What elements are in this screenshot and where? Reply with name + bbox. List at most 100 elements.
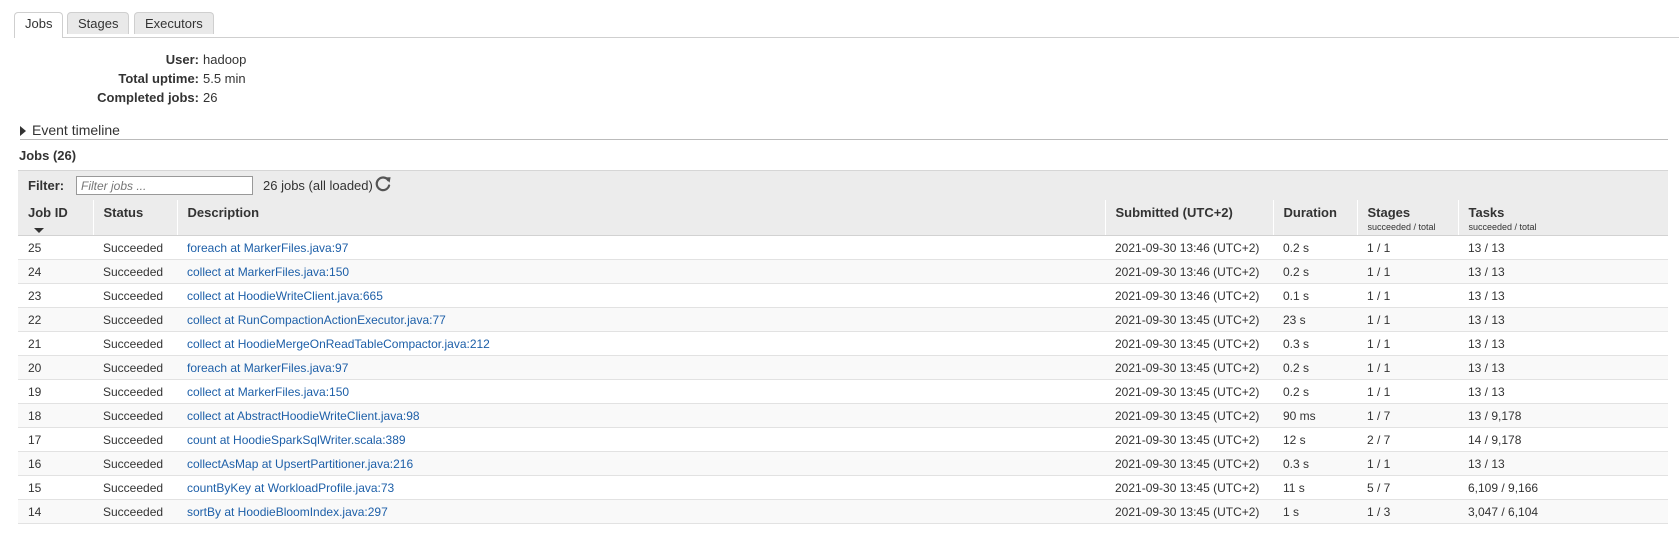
description-cell: collect at MarkerFiles.java:150 — [177, 259, 1105, 284]
status-cell: Succeeded — [93, 427, 177, 452]
duration-cell: 11 s — [1273, 475, 1357, 500]
job-id-cell: 16 — [18, 451, 93, 476]
col-description[interactable]: Description — [176, 200, 1105, 236]
tasks-cell: 13 / 13 — [1458, 283, 1668, 308]
job-description-link[interactable]: collect at MarkerFiles.java:150 — [187, 385, 349, 399]
status-cell: Succeeded — [93, 379, 177, 404]
description-cell: foreach at MarkerFiles.java:97 — [177, 355, 1105, 380]
submitted-cell: 2021-09-30 13:45 (UTC+2) — [1105, 379, 1273, 404]
job-description-link[interactable]: foreach at MarkerFiles.java:97 — [187, 241, 348, 255]
duration-cell: 90 ms — [1273, 403, 1357, 428]
tasks-cell: 13 / 13 — [1458, 307, 1668, 332]
tab-stages[interactable]: Stages — [67, 12, 130, 34]
tab-jobs[interactable]: Jobs — [14, 12, 64, 38]
tasks-cell: 6,109 / 9,166 — [1458, 475, 1668, 500]
col-duration[interactable]: Duration — [1272, 200, 1357, 236]
submitted-cell: 2021-09-30 13:45 (UTC+2) — [1105, 451, 1273, 476]
job-description-link[interactable]: sortBy at HoodieBloomIndex.java:297 — [187, 505, 388, 519]
submitted-cell: 2021-09-30 13:45 (UTC+2) — [1105, 403, 1273, 428]
uptime-value: 5.5 min — [203, 71, 246, 86]
jobs-count-text: 26 jobs (all loaded) — [263, 178, 373, 193]
tasks-cell: 3,047 / 6,104 — [1458, 499, 1668, 524]
status-cell: Succeeded — [93, 235, 177, 260]
submitted-cell: 2021-09-30 13:45 (UTC+2) — [1105, 475, 1273, 500]
table-row: 15 Succeeded countByKey at WorkloadProfile… — [18, 475, 1668, 500]
user-label: User: — [165, 52, 199, 67]
submitted-cell: 2021-09-30 13:46 (UTC+2) — [1105, 235, 1273, 260]
status-cell: Succeeded — [93, 259, 177, 284]
user-value: hadoop — [203, 52, 247, 67]
tasks-cell: 13 / 13 — [1458, 235, 1668, 260]
description-cell: sortBy at HoodieBloomIndex.java:297 — [177, 499, 1105, 524]
description-cell: foreach at MarkerFiles.java:97 — [177, 235, 1105, 260]
job-description-link[interactable]: count at HoodieSparkSqlWriter.scala:389 — [187, 433, 406, 447]
description-cell: count at HoodieSparkSqlWriter.scala:389 — [177, 427, 1105, 452]
stages-cell: 1 / 7 — [1357, 403, 1458, 428]
submitted-cell: 2021-09-30 13:45 (UTC+2) — [1105, 331, 1273, 356]
job-id-cell: 14 — [18, 499, 93, 524]
stages-cell: 1 / 1 — [1357, 355, 1458, 380]
tasks-cell: 13 / 13 — [1458, 379, 1668, 404]
job-id-cell: 18 — [18, 403, 93, 428]
description-cell: countByKey at WorkloadProfile.java:73 — [177, 475, 1105, 500]
filter-bar: Filter: 26 jobs (all loaded) — [18, 170, 1668, 200]
duration-cell: 0.2 s — [1273, 355, 1357, 380]
table-row: 19 Succeeded collect at MarkerFiles.java:1… — [18, 379, 1668, 404]
submitted-cell: 2021-09-30 13:45 (UTC+2) — [1105, 355, 1273, 380]
duration-cell: 23 s — [1273, 307, 1357, 332]
col-status[interactable]: Status — [92, 200, 177, 236]
status-cell: Succeeded — [93, 307, 177, 332]
completed-jobs-label: Completed jobs: — [97, 90, 199, 105]
description-cell: collect at HoodieMergeOnReadTableCompact… — [177, 331, 1105, 356]
stages-cell: 1 / 1 — [1357, 283, 1458, 308]
col-stages[interactable]: Stages succeeded / total — [1356, 200, 1458, 236]
stages-cell: 1 / 1 — [1357, 451, 1458, 476]
status-cell: Succeeded — [93, 475, 177, 500]
table-row: 22 Succeeded collect at RunCompactionActio… — [18, 307, 1668, 332]
table-row: 25 Succeeded foreach at MarkerFiles.java:9… — [18, 235, 1668, 260]
duration-cell: 0.3 s — [1273, 331, 1357, 356]
filter-label: Filter: — [28, 178, 65, 193]
table-row: 21 Succeeded collect at HoodieMergeOnReadT… — [18, 331, 1668, 356]
col-job-id[interactable]: Job ID — [18, 200, 93, 236]
table-row: 18 Succeeded collect at AbstractHoodieWrit… — [18, 403, 1668, 428]
sort-desc-icon — [34, 228, 44, 233]
tab-bar: Jobs Stages Executors — [14, 10, 1679, 38]
tasks-cell: 13 / 9,178 — [1458, 403, 1668, 428]
refresh-icon[interactable] — [374, 175, 392, 193]
col-tasks[interactable]: Tasks succeeded / total — [1457, 200, 1668, 236]
stages-cell: 2 / 7 — [1357, 427, 1458, 452]
job-id-cell: 17 — [18, 427, 93, 452]
col-submitted[interactable]: Submitted (UTC+2) — [1104, 200, 1273, 236]
stages-cell: 1 / 3 — [1357, 499, 1458, 524]
stages-cell: 5 / 7 — [1357, 475, 1458, 500]
table-row: 14 Succeeded sortBy at HoodieBloomIndex.ja… — [18, 499, 1668, 524]
table-row: 16 Succeeded collectAsMap at UpsertPartiti… — [18, 451, 1668, 476]
completed-jobs-value: 26 — [203, 90, 218, 105]
uptime-label: Total uptime: — [118, 71, 199, 86]
event-timeline-toggle[interactable]: Event timeline — [20, 121, 1668, 140]
job-description-link[interactable]: collect at HoodieMergeOnReadTableCompact… — [187, 337, 490, 351]
job-id-cell: 25 — [18, 235, 93, 260]
duration-cell: 0.2 s — [1273, 235, 1357, 260]
job-description-link[interactable]: collect at AbstractHoodieWriteClient.jav… — [187, 409, 420, 423]
job-description-link[interactable]: foreach at MarkerFiles.java:97 — [187, 361, 348, 375]
jobs-section-title[interactable]: Jobs (26) — [19, 148, 76, 163]
expand-triangle-icon — [20, 126, 26, 136]
description-cell: collect at RunCompactionActionExecutor.j… — [177, 307, 1105, 332]
job-description-link[interactable]: collect at HoodieWriteClient.java:665 — [187, 289, 383, 303]
table-row: 23 Succeeded collect at HoodieWriteClient.… — [18, 283, 1668, 308]
duration-cell: 0.1 s — [1273, 283, 1357, 308]
job-id-cell: 24 — [18, 259, 93, 284]
tab-executors[interactable]: Executors — [134, 12, 214, 34]
filter-jobs-input[interactable] — [76, 176, 253, 195]
submitted-cell: 2021-09-30 13:45 (UTC+2) — [1105, 427, 1273, 452]
job-description-link[interactable]: countByKey at WorkloadProfile.java:73 — [187, 481, 394, 495]
job-description-link[interactable]: collect at MarkerFiles.java:150 — [187, 265, 349, 279]
description-cell: collect at MarkerFiles.java:150 — [177, 379, 1105, 404]
job-description-link[interactable]: collect at RunCompactionActionExecutor.j… — [187, 313, 446, 327]
status-cell: Succeeded — [93, 403, 177, 428]
submitted-cell: 2021-09-30 13:46 (UTC+2) — [1105, 283, 1273, 308]
stages-cell: 1 / 1 — [1357, 379, 1458, 404]
job-description-link[interactable]: collectAsMap at UpsertPartitioner.java:2… — [187, 457, 413, 471]
